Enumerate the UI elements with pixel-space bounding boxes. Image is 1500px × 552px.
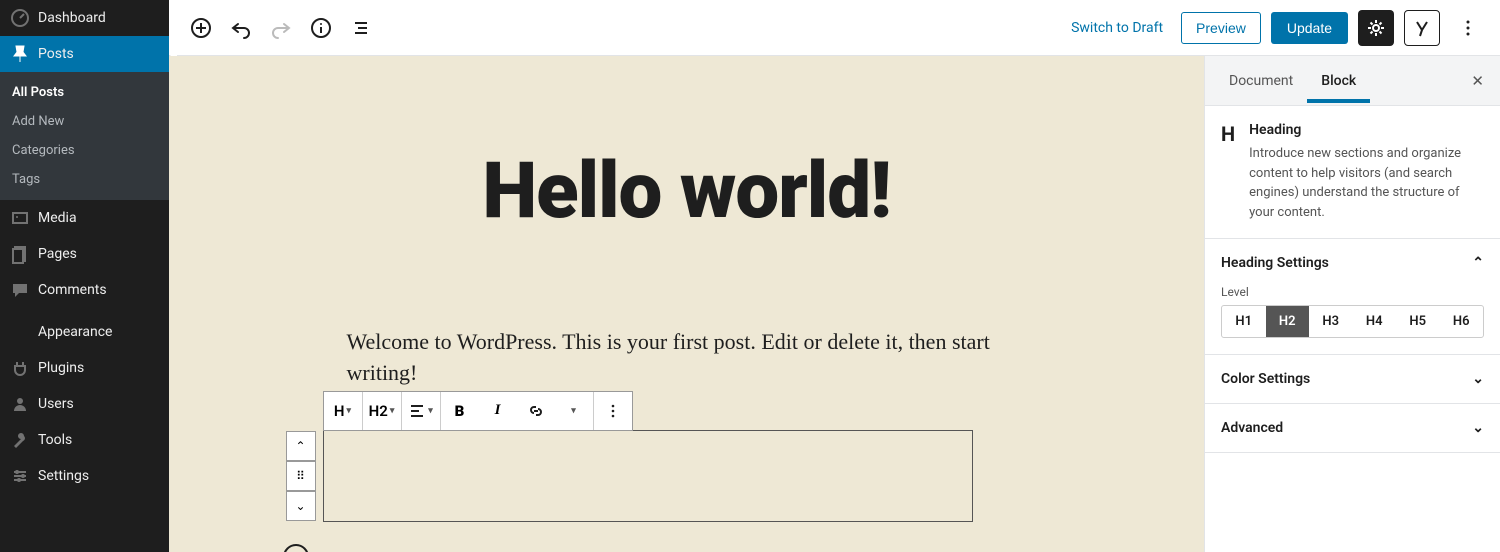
link-button[interactable] [517, 392, 555, 430]
block-more-button[interactable] [594, 392, 632, 430]
editor-canvas[interactable]: Hello world! Welcome to WordPress. This … [169, 56, 1204, 552]
undo-button[interactable] [223, 10, 259, 46]
level-h1[interactable]: H1 [1222, 306, 1266, 337]
move-up-button[interactable]: ⌃ [286, 431, 316, 461]
sidebar-sub-categories[interactable]: Categories [0, 136, 169, 165]
admin-sidebar: Dashboard Posts All Posts Add New Catego… [0, 0, 169, 552]
media-icon [10, 208, 30, 228]
add-block-below-button[interactable]: + [283, 544, 309, 552]
sidebar-item-label: Comments [38, 282, 107, 298]
comments-icon [10, 280, 30, 300]
tab-document[interactable]: Document [1215, 59, 1307, 103]
sidebar-item-label: Media [38, 210, 77, 226]
sliders-icon [10, 466, 30, 486]
settings-panel: Document Block ✕ H Heading Introduce new… [1204, 56, 1500, 552]
sidebar-item-plugins[interactable]: Plugins [0, 350, 169, 386]
sidebar-item-label: Users [38, 396, 74, 412]
sidebar-item-label: Posts [38, 46, 74, 62]
sidebar-item-label: Dashboard [38, 10, 106, 26]
editor-topbar: Switch to Draft Preview Update [169, 0, 1500, 56]
heading-level-selector: H1 H2 H3 H4 H5 H6 [1221, 305, 1484, 338]
outline-button[interactable] [343, 10, 379, 46]
info-button[interactable] [303, 10, 339, 46]
sidebar-submenu-posts: All Posts Add New Categories Tags [0, 72, 169, 200]
heading-settings-toggle[interactable]: Heading Settings ⌃ [1221, 255, 1484, 271]
settings-gear-button[interactable] [1358, 10, 1394, 46]
sidebar-sub-all-posts[interactable]: All Posts [0, 78, 169, 107]
sidebar-item-dashboard[interactable]: Dashboard [0, 0, 169, 36]
block-title: Heading [1249, 122, 1484, 138]
sidebar-item-label: Appearance [38, 324, 112, 340]
more-menu-button[interactable] [1450, 10, 1486, 46]
user-icon [10, 394, 30, 414]
sidebar-item-media[interactable]: Media [0, 200, 169, 236]
wrench-icon [10, 430, 30, 450]
color-settings-toggle[interactable]: Color Settings ⌄ [1221, 371, 1484, 387]
chevron-down-icon: ⌄ [1472, 420, 1484, 436]
more-format-button[interactable]: ▾ [555, 392, 593, 430]
sidebar-item-pages[interactable]: Pages [0, 236, 169, 272]
sidebar-item-settings[interactable]: Settings [0, 458, 169, 494]
sidebar-sub-add-new[interactable]: Add New [0, 107, 169, 136]
chevron-up-icon: ⌃ [1472, 255, 1484, 271]
redo-button[interactable] [263, 10, 299, 46]
add-block-button[interactable] [183, 10, 219, 46]
level-h4[interactable]: H4 [1353, 306, 1397, 337]
level-h6[interactable]: H6 [1440, 306, 1484, 337]
caret-down-icon: ▾ [390, 406, 395, 416]
caret-down-icon: ▾ [347, 406, 352, 416]
level-label: Level [1221, 285, 1484, 299]
update-button[interactable]: Update [1271, 12, 1348, 44]
post-body-paragraph[interactable]: Welcome to WordPress. This is your first… [337, 327, 1037, 389]
level-h3[interactable]: H3 [1309, 306, 1353, 337]
preview-button[interactable]: Preview [1181, 12, 1261, 44]
pin-icon [10, 44, 30, 64]
tab-block[interactable]: Block [1307, 59, 1370, 103]
block-info-section: H Heading Introduce new sections and org… [1205, 106, 1500, 239]
dashboard-icon [10, 8, 30, 28]
block-toolbar: H▾ H2▾ ▾ B I ▾ [323, 391, 633, 431]
caret-down-icon: ▾ [428, 406, 433, 416]
pages-icon [10, 244, 30, 264]
heading-level-button[interactable]: H2▾ [363, 392, 401, 430]
sidebar-item-label: Pages [38, 246, 77, 262]
sidebar-item-posts[interactable]: Posts [0, 36, 169, 72]
block-description: Introduce new sections and organize cont… [1249, 144, 1484, 222]
sidebar-item-comments[interactable]: Comments [0, 272, 169, 308]
sidebar-item-appearance[interactable]: Appearance [0, 314, 169, 350]
close-panel-button[interactable]: ✕ [1465, 66, 1490, 96]
heading-block-input[interactable]: ⌃ ⠿ ⌄ [323, 430, 973, 522]
advanced-section: Advanced ⌄ [1205, 404, 1500, 453]
move-down-button[interactable]: ⌄ [286, 491, 316, 521]
block-type-heading-button[interactable]: H▾ [324, 392, 362, 430]
plug-icon [10, 358, 30, 378]
sidebar-item-label: Settings [38, 468, 89, 484]
yoast-button[interactable] [1404, 10, 1440, 46]
caret-down-icon: ▾ [571, 406, 576, 416]
settings-tabs: Document Block ✕ [1205, 56, 1500, 106]
main-area: Switch to Draft Preview Update Hello wor… [169, 0, 1500, 552]
color-settings-section: Color Settings ⌄ [1205, 355, 1500, 404]
bold-button[interactable]: B [441, 392, 479, 430]
sidebar-item-label: Tools [38, 432, 72, 448]
brush-icon [10, 322, 30, 342]
drag-handle[interactable]: ⠿ [286, 461, 316, 491]
chevron-down-icon: ⌄ [1472, 371, 1484, 387]
heading-icon: H [1221, 122, 1235, 222]
sidebar-item-tools[interactable]: Tools [0, 422, 169, 458]
sidebar-sub-tags[interactable]: Tags [0, 165, 169, 194]
align-button[interactable]: ▾ [402, 392, 440, 430]
sidebar-item-users[interactable]: Users [0, 386, 169, 422]
post-title[interactable]: Hello world! [337, 146, 1037, 237]
switch-to-draft-button[interactable]: Switch to Draft [1063, 14, 1171, 42]
level-h5[interactable]: H5 [1396, 306, 1440, 337]
advanced-toggle[interactable]: Advanced ⌄ [1221, 420, 1484, 436]
level-h2[interactable]: H2 [1266, 306, 1310, 337]
italic-button[interactable]: I [479, 392, 517, 430]
sidebar-item-label: Plugins [38, 360, 84, 376]
heading-settings-section: Heading Settings ⌃ Level H1 H2 H3 H4 H5 … [1205, 239, 1500, 355]
